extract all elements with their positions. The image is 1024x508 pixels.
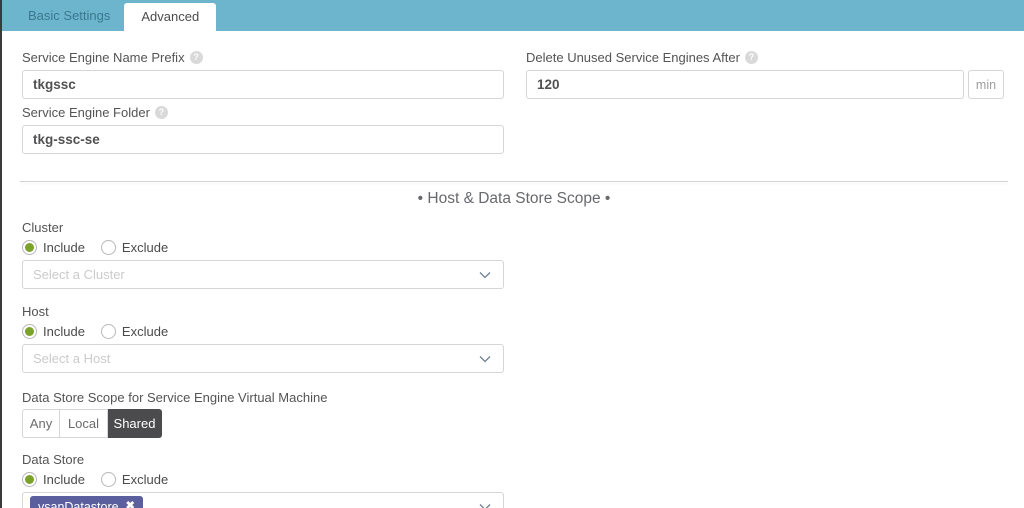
chip-area: vsanDatastore ✖	[33, 496, 477, 508]
cluster-radio-row: Include Exclude	[22, 238, 1024, 256]
ds-scope-any-button[interactable]: Any	[22, 409, 60, 438]
ds-scope-local-button[interactable]: Local	[60, 409, 108, 438]
selected-datastore-chip: vsanDatastore ✖	[30, 496, 143, 508]
se-name-prefix-label: Service Engine Name Prefix ?	[22, 49, 504, 65]
cluster-label: Cluster	[22, 220, 1024, 236]
help-icon[interactable]: ?	[745, 51, 758, 64]
tab-basic-settings[interactable]: Basic Settings	[14, 0, 124, 31]
cluster-exclude-label[interactable]: Exclude	[122, 240, 168, 255]
form-row-1: Service Engine Name Prefix ? Delete Unus…	[22, 49, 1024, 99]
data-store-group: Data Store Include Exclude vsanDatastore…	[22, 452, 1024, 508]
chevron-down-icon	[477, 499, 493, 508]
field-se-name-prefix: Service Engine Name Prefix ?	[22, 49, 504, 99]
chevron-down-icon	[477, 267, 493, 283]
field-delete-unused: Delete Unused Service Engines After ? mi…	[526, 49, 1004, 99]
chevron-down-icon	[477, 351, 493, 367]
se-folder-label-text: Service Engine Folder	[22, 105, 150, 120]
se-group-advanced-panel: Basic Settings Advanced Service Engine N…	[0, 0, 1024, 508]
delete-unused-label: Delete Unused Service Engines After ?	[526, 49, 1004, 65]
se-folder-label: Service Engine Folder ?	[22, 104, 504, 120]
form-content: Service Engine Name Prefix ? Delete Unus…	[2, 31, 1024, 508]
host-exclude-radio[interactable]	[101, 324, 116, 339]
host-exclude-label[interactable]: Exclude	[122, 324, 168, 339]
cluster-select-placeholder: Select a Cluster	[33, 267, 125, 282]
chip-remove-icon[interactable]: ✖	[126, 501, 135, 508]
data-store-include-radio[interactable]	[22, 472, 37, 487]
se-name-prefix-label-text: Service Engine Name Prefix	[22, 50, 185, 65]
se-name-prefix-input[interactable]	[22, 70, 504, 99]
ds-scope-label: Data Store Scope for Service Engine Virt…	[22, 390, 1024, 406]
data-store-label: Data Store	[22, 452, 1024, 468]
data-store-exclude-radio[interactable]	[101, 472, 116, 487]
ds-scope-button-group: Any Local Shared	[22, 409, 1024, 438]
data-store-multiselect[interactable]: vsanDatastore ✖	[22, 492, 504, 508]
cluster-group: Cluster Include Exclude Select a Cluster	[22, 220, 1024, 289]
host-radio-row: Include Exclude	[22, 322, 1024, 340]
se-folder-input[interactable]	[22, 125, 504, 154]
chip-label: vsanDatastore	[38, 500, 119, 508]
section-title: • Host & Data Store Scope •	[20, 190, 1008, 208]
host-select-placeholder: Select a Host	[33, 351, 110, 366]
data-store-radio-row: Include Exclude	[22, 470, 1024, 488]
cluster-include-label[interactable]: Include	[43, 240, 85, 255]
help-icon[interactable]: ?	[155, 106, 168, 119]
tab-bar: Basic Settings Advanced	[2, 0, 1024, 31]
cluster-include-radio[interactable]	[22, 240, 37, 255]
host-group: Host Include Exclude Select a Host	[22, 304, 1024, 373]
delete-unused-input[interactable]	[526, 70, 964, 99]
delete-unused-input-row: min	[526, 70, 1004, 99]
data-store-include-label[interactable]: Include	[43, 472, 85, 487]
section-divider	[20, 181, 1008, 182]
host-label: Host	[22, 304, 1024, 320]
ds-scope-shared-button[interactable]: Shared	[108, 409, 162, 438]
host-include-radio[interactable]	[22, 324, 37, 339]
tab-advanced[interactable]: Advanced	[124, 3, 216, 31]
help-icon[interactable]: ?	[190, 51, 203, 64]
data-store-exclude-label[interactable]: Exclude	[122, 472, 168, 487]
field-se-folder: Service Engine Folder ?	[22, 104, 504, 154]
delete-unused-label-text: Delete Unused Service Engines After	[526, 50, 740, 65]
host-include-label[interactable]: Include	[43, 324, 85, 339]
host-select[interactable]: Select a Host	[22, 344, 504, 373]
unit-min-label: min	[968, 70, 1004, 99]
cluster-select[interactable]: Select a Cluster	[22, 260, 504, 289]
ds-scope-group: Data Store Scope for Service Engine Virt…	[22, 390, 1024, 438]
cluster-exclude-radio[interactable]	[101, 240, 116, 255]
